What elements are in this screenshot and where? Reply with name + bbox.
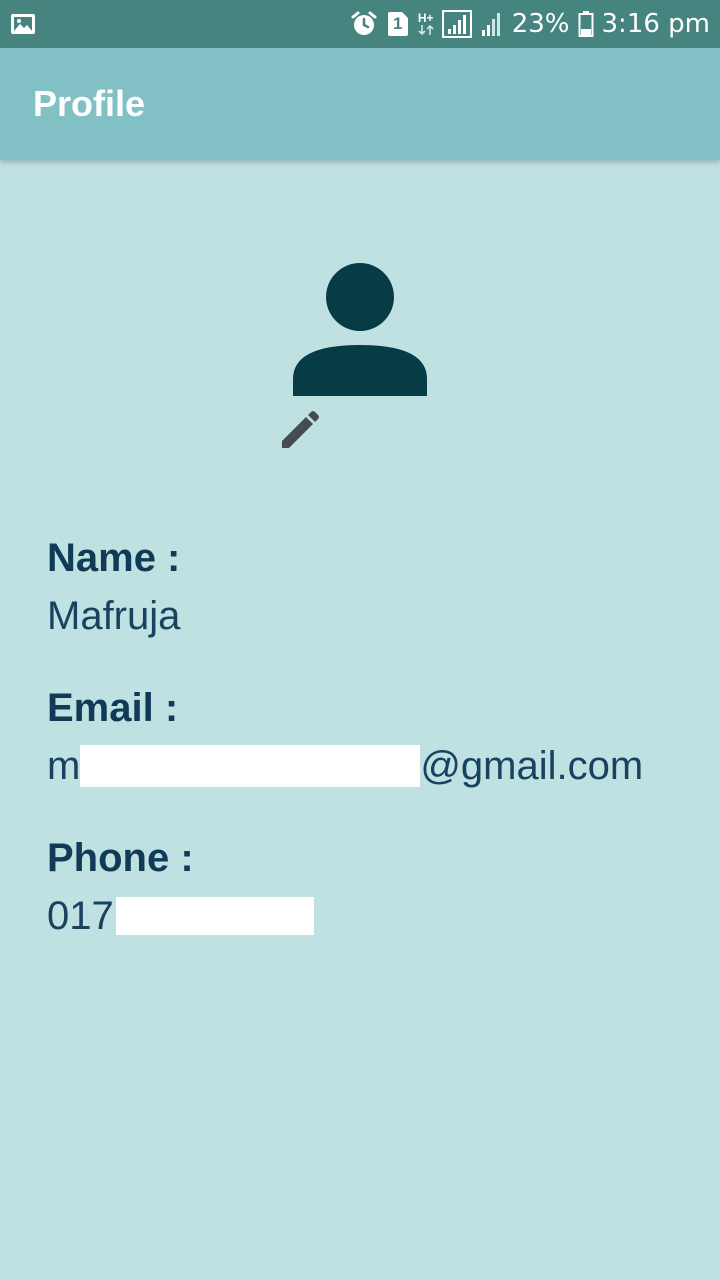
name-value: Mafruja [47, 594, 181, 638]
email-label: Email : [47, 686, 179, 730]
sim-1-icon: 1 [386, 11, 410, 37]
email-value-prefix: m [47, 744, 81, 788]
phone-label: Phone : [47, 836, 194, 880]
page-title: Profile [33, 83, 146, 124]
battery-percent: 23% [511, 9, 570, 39]
redacted-block [80, 745, 421, 787]
app-toolbar: Profile [0, 48, 720, 160]
phone-field: Phone : 017 [47, 836, 314, 938]
status-bar: 1 H+ 23% 3:16 pm [0, 0, 720, 48]
name-label: Name : [47, 536, 181, 580]
phone-value-prefix: 017 [47, 894, 114, 938]
signal-2-icon [480, 10, 504, 38]
battery-icon [578, 10, 594, 38]
status-time: 3:16 pm [601, 9, 710, 39]
phone-value: 017 [47, 894, 314, 938]
signal-icon [441, 10, 472, 38]
alarm-icon [350, 10, 378, 38]
redacted-block [115, 897, 314, 935]
hplus-data-icon: H+ [418, 12, 434, 36]
email-value: m @gmail.com [47, 744, 643, 788]
pencil-icon[interactable] [280, 410, 320, 450]
image-icon [10, 12, 36, 36]
email-field: Email : m @gmail.com [47, 686, 643, 788]
email-value-suffix: @gmail.com [420, 744, 644, 788]
network-label: H+ [417, 11, 434, 25]
name-field: Name : Mafruja [47, 536, 180, 638]
sim-label: 1 [392, 14, 403, 33]
person-icon[interactable] [292, 262, 428, 398]
